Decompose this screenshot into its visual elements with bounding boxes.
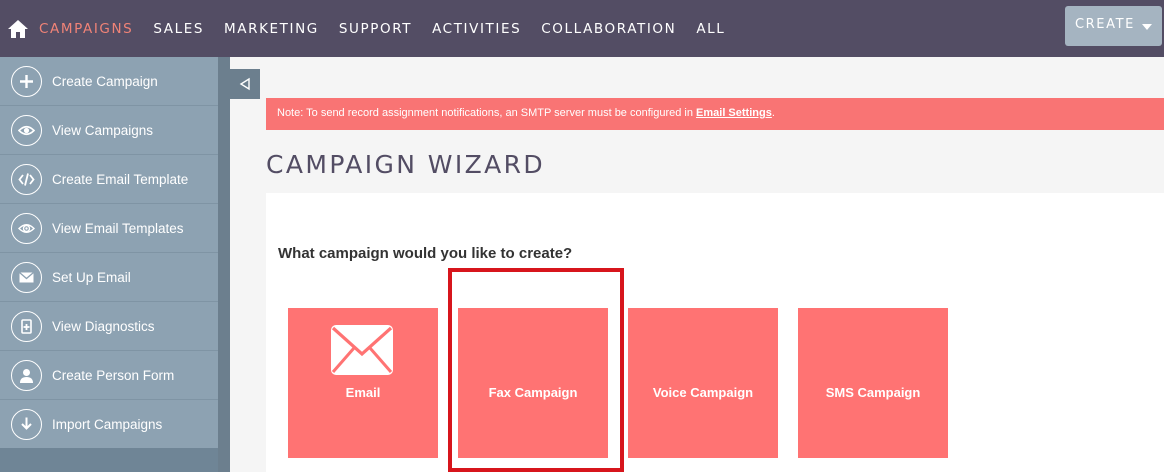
chevron-down-icon [1142, 24, 1152, 30]
nav-item-support[interactable]: SUPPORT [339, 21, 412, 37]
sidebar-footer [0, 448, 218, 472]
email-campaign-tile[interactable]: Email [288, 308, 438, 458]
create-button-label: CREATE [1075, 17, 1135, 32]
eye-icon [11, 114, 42, 146]
sidebar-item-label: Create Campaign [52, 73, 158, 89]
sidebar-item-create-person-form[interactable]: Create Person Form [0, 351, 218, 400]
sidebar-item-label: Import Campaigns [52, 416, 163, 432]
nav-item-campaigns[interactable]: CAMPAIGNS [39, 21, 133, 37]
plus-icon [11, 65, 42, 97]
smtp-notice: Note: To send record assignment notifica… [266, 98, 1164, 130]
home-icon[interactable] [7, 18, 29, 40]
envelope-icon [11, 261, 42, 293]
person-icon [11, 359, 42, 391]
wizard-question: What campaign would you like to create? [278, 245, 573, 262]
sidebar-item-label: Set Up Email [52, 269, 131, 285]
sidebar-item-label: Create Person Form [52, 367, 175, 383]
sidebar-item-view-campaigns[interactable]: View Campaigns [0, 106, 218, 155]
top-navbar: CAMPAIGNS SALES MARKETING SUPPORT ACTIVI… [0, 0, 1164, 57]
diagnostics-icon [11, 310, 42, 342]
envelope-icon [331, 325, 393, 375]
nav-item-sales[interactable]: SALES [153, 21, 204, 37]
triangle-left-icon [239, 77, 250, 91]
sidebar-item-import-campaigns[interactable]: Import Campaigns [0, 400, 218, 449]
sidebar-item-label: View Diagnostics [52, 318, 155, 334]
notice-suffix: . [771, 107, 775, 119]
nav-item-activities[interactable]: ACTIVITIES [432, 21, 521, 37]
tile-label: Email [345, 385, 381, 400]
sidebar-item-create-email-template[interactable]: Create Email Template [0, 155, 218, 204]
tile-label: Voice Campaign [652, 385, 754, 400]
email-settings-link[interactable]: Email Settings [696, 107, 772, 119]
sidebar-item-label: View Campaigns [52, 122, 154, 138]
sidebar-item-set-up-email[interactable]: Set Up Email [0, 253, 218, 302]
create-button[interactable]: CREATE [1065, 6, 1162, 46]
nav-menu: CAMPAIGNS SALES MARKETING SUPPORT ACTIVI… [39, 0, 745, 57]
sidebar-collapse-button[interactable] [230, 69, 260, 99]
nav-item-collaboration[interactable]: COLLABORATION [541, 21, 676, 37]
sidebar-item-create-campaign[interactable]: Create Campaign [0, 57, 218, 106]
fax-campaign-tile[interactable]: Fax Campaign [458, 308, 608, 458]
sidebar: Create Campaign View Campaigns Create Em… [0, 57, 218, 472]
sidebar-item-label: Create Email Template [52, 171, 189, 187]
tile-label: SMS Campaign [825, 385, 921, 400]
notice-text: Note: To send record assignment notifica… [277, 107, 697, 119]
voice-campaign-tile[interactable]: Voice Campaign [628, 308, 778, 458]
code-icon [11, 163, 42, 195]
sidebar-item-view-email-templates[interactable]: View Email Templates [0, 204, 218, 253]
sidebar-item-view-diagnostics[interactable]: View Diagnostics [0, 302, 218, 351]
sidebar-item-label: View Email Templates [52, 220, 184, 236]
page-title: CAMPAIGN WIZARD [266, 150, 546, 179]
nav-item-marketing[interactable]: MARKETING [224, 21, 319, 37]
import-icon [11, 408, 42, 440]
sidebar-scrollbar[interactable] [218, 57, 230, 472]
sms-campaign-tile[interactable]: SMS Campaign [798, 308, 948, 458]
eye-at-icon [11, 212, 42, 244]
tile-label: Fax Campaign [488, 385, 578, 400]
nav-item-all[interactable]: ALL [696, 21, 725, 37]
